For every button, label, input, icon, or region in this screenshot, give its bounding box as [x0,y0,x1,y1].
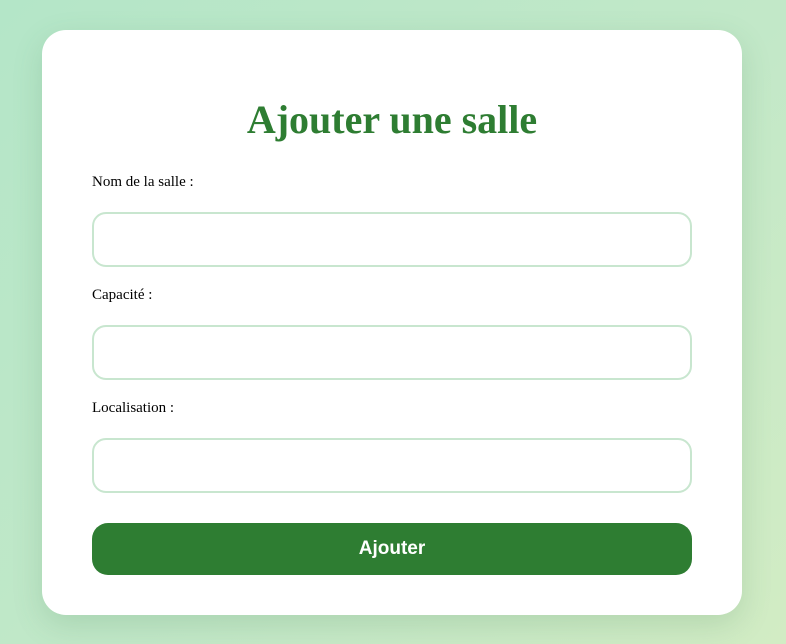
room-name-input[interactable] [92,212,692,267]
capacity-input[interactable] [92,325,692,380]
room-name-label: Nom de la salle : [92,174,194,190]
location-label: Localisation : [92,400,175,416]
capacity-label: Capacité : [92,287,153,303]
location-input[interactable] [92,438,692,493]
page-title: Ajouter une salle [246,97,538,142]
add-room-form-card: Ajouter une salle Nom de la salle : Capa… [42,30,742,615]
add-button[interactable]: Ajouter [92,523,692,575]
